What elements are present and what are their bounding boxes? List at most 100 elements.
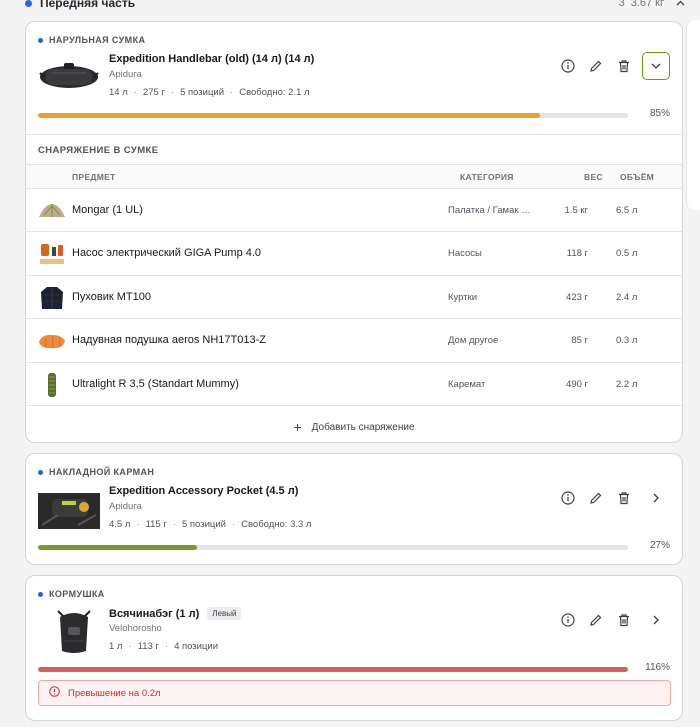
bag-item-count: 5 позиций bbox=[181, 519, 226, 530]
bag-stats: 4.5 л · 115 г · 5 позиций · Свободно: 3.3 л bbox=[109, 519, 312, 530]
bag-card-handlebar: НАРУЛЬНАЯ СУМКА Expedition Handlebar (ol… bbox=[25, 21, 683, 443]
gear-name: Пуховик MT100 bbox=[72, 290, 151, 303]
capacity-bar bbox=[38, 113, 628, 118]
chevron-right-icon[interactable] bbox=[642, 610, 670, 630]
gear-category: Каремат bbox=[448, 378, 486, 390]
tent-icon bbox=[38, 198, 66, 224]
bag-weight: 113 г bbox=[137, 641, 159, 652]
capacity-percent: 27% bbox=[649, 540, 670, 551]
gear-weight: 490 г bbox=[566, 378, 588, 390]
gear-weight: 85 г bbox=[571, 335, 588, 347]
gear-name: Mongar (1 UL) bbox=[72, 204, 143, 216]
trash-icon[interactable] bbox=[614, 610, 634, 630]
collapse-button[interactable] bbox=[642, 52, 670, 80]
bag-free-space: Свободно: 3.3 л bbox=[241, 519, 312, 530]
gear-row[interactable]: Ultralight R 3,5 (Standart Mummy) Карема… bbox=[26, 361, 682, 405]
col-category: КАТЕГОРИЯ bbox=[460, 172, 514, 182]
pump-icon bbox=[38, 241, 66, 267]
gear-volume: 2.4 л bbox=[616, 291, 638, 303]
bag-type-label: НАРУЛЬНАЯ СУМКА bbox=[38, 35, 145, 45]
mat-icon bbox=[38, 372, 66, 398]
bag-name[interactable]: Expedition Handlebar (old) (14 л) (14 л) bbox=[109, 53, 314, 65]
section-count: 3 bbox=[618, 0, 625, 9]
bag-weight: 115 г bbox=[145, 519, 167, 530]
edit-icon[interactable] bbox=[586, 488, 606, 508]
bag-free-space: Свободно: 2.1 л bbox=[239, 87, 310, 98]
gear-category: Куртки bbox=[448, 291, 478, 303]
gear-row[interactable]: Пуховик MT100 Куртки 423 г 2.4 л bbox=[26, 274, 682, 318]
section-dot bbox=[25, 0, 32, 7]
gear-weight: 423 г bbox=[566, 291, 588, 303]
chevron-up-icon[interactable] bbox=[676, 0, 685, 9]
gear-row[interactable]: Надувная подушка aeros NH17T013-Z Дом др… bbox=[26, 318, 682, 361]
gear-volume: 0.3 л bbox=[616, 335, 638, 347]
bag-image-pocket bbox=[38, 485, 100, 533]
capacity-fill bbox=[38, 113, 540, 118]
bag-card-pocket: НАКЛАДНОЙ КАРМАН Expedition Accessory Po… bbox=[25, 453, 683, 565]
bag-volume: 4.5 л bbox=[109, 519, 131, 530]
capacity-bar bbox=[38, 667, 628, 672]
bag-actions bbox=[558, 52, 670, 80]
bag-actions bbox=[558, 488, 670, 508]
bag-image-handlebar bbox=[38, 53, 100, 97]
bag-brand: Velohorosho bbox=[109, 623, 162, 634]
col-weight: ВЕС bbox=[584, 172, 603, 182]
section-weight: 3.67 кг bbox=[630, 0, 664, 9]
info-icon[interactable] bbox=[558, 610, 578, 630]
bag-item-count: 4 позиции bbox=[174, 641, 219, 652]
gear-category: Дом другое bbox=[448, 335, 499, 347]
gear-category: Насосы bbox=[448, 248, 482, 260]
gear-name: Ultralight R 3,5 (Standart Mummy) bbox=[72, 377, 239, 390]
gear-weight: 1.5 кг bbox=[564, 205, 588, 216]
info-icon[interactable] bbox=[558, 488, 578, 508]
gear-weight: 118 г bbox=[566, 248, 588, 260]
trash-icon[interactable] bbox=[614, 488, 634, 508]
gear-volume: 2.2 л bbox=[616, 378, 638, 390]
add-gear-label: Добавить снаряжение bbox=[311, 421, 415, 433]
col-item: ПРЕДМЕТ bbox=[72, 172, 116, 182]
gear-section-title: СНАРЯЖЕНИЕ В СУМКЕ bbox=[26, 134, 682, 164]
bag-stats: 1 л · 113 г · 4 позиции bbox=[109, 641, 219, 652]
alert-icon bbox=[49, 686, 60, 700]
chevron-right-icon[interactable] bbox=[642, 488, 670, 508]
bag-name[interactable]: Expedition Accessory Pocket (4.5 л) bbox=[109, 485, 298, 497]
section-title: Передняя часть bbox=[40, 0, 136, 10]
edit-icon[interactable] bbox=[586, 56, 606, 76]
capacity-percent: 85% bbox=[649, 108, 670, 119]
chevron-down-icon bbox=[651, 63, 661, 69]
bag-volume: 1 л bbox=[109, 641, 123, 652]
capacity-fill bbox=[38, 545, 198, 550]
info-icon[interactable] bbox=[558, 56, 578, 76]
bag-card-feeder: КОРМУШКА Всячинабэг (1 л) Левый Velohoro… bbox=[25, 575, 683, 721]
col-volume: ОБЪЁМ bbox=[620, 172, 655, 182]
section-meta: 3 3.67 кг bbox=[619, 0, 685, 9]
overflow-warning: Превышение на 0.2л bbox=[38, 680, 671, 706]
bag-name[interactable]: Всячинабэг (1 л) Левый bbox=[109, 607, 242, 620]
gear-name: Насос электрический GIGA Pump 4.0 bbox=[72, 247, 262, 260]
capacity-fill bbox=[38, 667, 628, 672]
bag-weight: 275 г bbox=[142, 87, 165, 98]
capacity-bar bbox=[38, 545, 628, 550]
bag-brand: Apidura bbox=[109, 501, 142, 512]
next-panel-edge bbox=[686, 20, 700, 210]
bag-brand: Apidura bbox=[109, 69, 142, 80]
capacity-percent: 116% bbox=[645, 662, 670, 673]
gear-table-header: ПРЕДМЕТ КАТЕГОРИЯ ВЕС ОБЪЁМ bbox=[26, 164, 682, 188]
section-header[interactable]: Передняя часть 3 3.67 кг bbox=[25, 0, 685, 12]
trash-icon[interactable] bbox=[614, 56, 634, 76]
warning-text: Превышение на 0.2л bbox=[68, 687, 161, 699]
gear-volume: 0.5 л bbox=[616, 248, 638, 260]
bag-image-feeder bbox=[54, 607, 94, 657]
bag-volume: 14 л bbox=[109, 87, 128, 98]
bag-type-label: КОРМУШКА bbox=[38, 589, 105, 599]
gear-volume: 6.5 л bbox=[616, 205, 638, 216]
plus-icon: + bbox=[293, 419, 302, 436]
edit-icon[interactable] bbox=[586, 610, 606, 630]
bag-stats: 14 л · 275 г · 5 позиций · Свободно: 2.1 л bbox=[109, 87, 310, 98]
gear-row[interactable]: Насос электрический GIGA Pump 4.0 Насосы… bbox=[26, 231, 682, 274]
gear-row[interactable]: Mongar (1 UL) Палатка / Гамак … 1.5 кг 6… bbox=[26, 188, 682, 231]
bag-actions bbox=[558, 610, 670, 630]
add-gear-button[interactable]: + Добавить снаряжение bbox=[26, 404, 682, 449]
gear-name: Надувная подушка aeros NH17T013-Z bbox=[72, 334, 266, 347]
gear-category: Палатка / Гамак … bbox=[448, 205, 531, 216]
